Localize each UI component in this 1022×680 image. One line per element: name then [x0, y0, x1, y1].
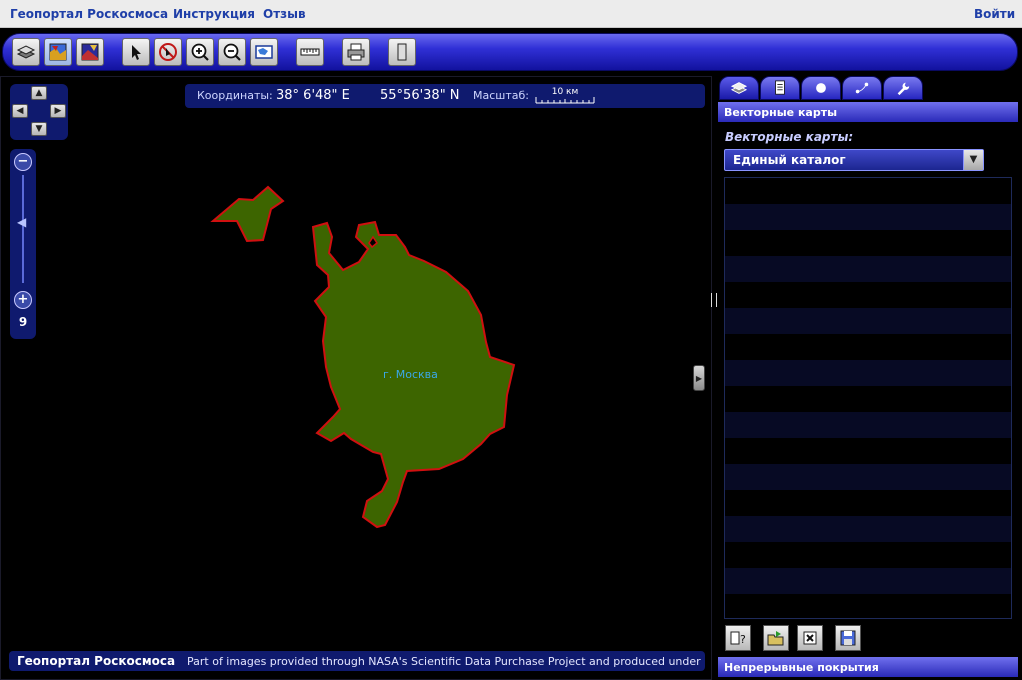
- no-pan-button[interactable]: [154, 38, 182, 66]
- longitude-value: 38° 6'48" E: [276, 88, 350, 103]
- list-row: [725, 256, 1011, 282]
- pan-left-button[interactable]: ◀: [12, 104, 28, 118]
- tab-route[interactable]: [842, 76, 882, 100]
- route-tab-icon: [855, 82, 869, 94]
- zoom-track[interactable]: [22, 175, 24, 283]
- save-layer-button[interactable]: [835, 625, 861, 651]
- scale-bar: 10 км: [534, 87, 596, 105]
- list-row: [725, 516, 1011, 542]
- attribution-credit: Part of images provided through NASA's S…: [187, 655, 705, 668]
- side-panel: Векторные карты Векторные карты: Единый …: [717, 74, 1022, 680]
- scale-ruler-icon: [535, 97, 595, 104]
- layers-button[interactable]: [12, 38, 40, 66]
- pan-down-button[interactable]: ▼: [31, 122, 47, 136]
- zoom-in-button[interactable]: [186, 38, 214, 66]
- map-color-button[interactable]: [44, 38, 72, 66]
- list-row: [725, 204, 1011, 230]
- region-polygon-outlier[interactable]: [210, 185, 285, 243]
- ruler-icon: [300, 48, 320, 56]
- catalog-selected-value: Единый каталог: [733, 153, 846, 167]
- layers-icon: [16, 45, 36, 59]
- print-button[interactable]: [342, 38, 370, 66]
- map-canvas[interactable]: [1, 77, 711, 679]
- zoom-in-slider-button[interactable]: +: [14, 291, 32, 309]
- zoom-thumb-icon[interactable]: ◀: [17, 215, 26, 229]
- panel-toggle-button[interactable]: [388, 38, 416, 66]
- chevron-down-icon[interactable]: ▼: [963, 150, 983, 170]
- zoom-in-icon: [191, 43, 209, 61]
- vector-maps-label: Векторные карты:: [725, 130, 854, 144]
- feature-label: г. Москва: [383, 368, 438, 381]
- pointer-button[interactable]: [122, 38, 150, 66]
- print-icon: [347, 43, 365, 61]
- list-row: [725, 360, 1011, 386]
- panel-toggle-icon: [397, 43, 407, 61]
- tab-document[interactable]: [760, 76, 800, 100]
- pointer-icon: [132, 45, 141, 60]
- help-book-icon: ?: [730, 631, 746, 646]
- login-link[interactable]: Войти: [974, 7, 1015, 21]
- map-viewport[interactable]: г. Москва ▲ ◀ ▶ ▼ − ◀ + 9 Координаты: 38…: [0, 76, 712, 680]
- open-layer-button[interactable]: [763, 625, 789, 651]
- delete-icon: [803, 631, 817, 645]
- main-toolbar: [2, 33, 1018, 71]
- map-image-icon: [81, 43, 99, 61]
- delete-layer-button[interactable]: [797, 625, 823, 651]
- list-row: [725, 464, 1011, 490]
- expand-panel-button[interactable]: ▶: [693, 365, 705, 391]
- feedback-link[interactable]: Отзыв: [263, 7, 306, 21]
- site-link[interactable]: Геопортал Роскосмоса: [10, 7, 168, 21]
- list-row: [725, 412, 1011, 438]
- zoom-out-slider-button[interactable]: −: [14, 153, 32, 171]
- zoom-level: 9: [18, 315, 28, 329]
- document-tab-icon: [775, 80, 785, 95]
- layer-list[interactable]: [724, 177, 1012, 619]
- full-extent-button[interactable]: [250, 38, 278, 66]
- attribution-bar: Геопортал Роскосмоса Part of images prov…: [9, 651, 705, 671]
- help-link[interactable]: Инструкция: [173, 7, 255, 21]
- zoom-out-button[interactable]: [218, 38, 246, 66]
- latitude-value: 55°56'38" N: [380, 88, 460, 103]
- tab-circle[interactable]: [801, 76, 841, 100]
- zoom-control: − ◀ + 9: [10, 149, 36, 339]
- catalog-select[interactable]: Единый каталог ▼: [724, 149, 984, 171]
- svg-text:?: ?: [740, 633, 746, 646]
- layers-tab-icon: [730, 82, 748, 94]
- top-navigation: Геопортал Роскосмоса Инструкция Отзыв Во…: [0, 0, 1022, 28]
- zoom-out-icon: [223, 43, 241, 61]
- attribution-brand: Геопортал Роскосмоса: [17, 654, 176, 668]
- pan-control: ▲ ◀ ▶ ▼: [10, 84, 68, 140]
- coord-label: Координаты:: [197, 89, 273, 102]
- circle-tab-icon: [816, 83, 826, 93]
- wrench-tab-icon: [897, 82, 910, 96]
- no-pan-icon: [159, 43, 177, 61]
- map-image-button[interactable]: [76, 38, 104, 66]
- open-folder-icon: [767, 631, 784, 646]
- tab-layers[interactable]: [719, 76, 759, 100]
- map-color-icon: [49, 43, 67, 61]
- scale-label: Масштаб:: [473, 89, 529, 102]
- continuous-coverage-header[interactable]: Непрерывные покрытия: [718, 657, 1018, 677]
- pan-right-button[interactable]: ▶: [50, 104, 66, 118]
- list-row: [725, 568, 1011, 594]
- panel-header: Векторные карты: [718, 102, 1018, 122]
- tab-settings[interactable]: [883, 76, 923, 100]
- save-icon: [840, 630, 856, 646]
- layer-help-button[interactable]: ?: [725, 625, 751, 651]
- list-row: [725, 308, 1011, 334]
- full-extent-icon: [255, 45, 273, 59]
- coordinate-bar: Координаты: 38° 6'48" E 55°56'38" N Масш…: [185, 84, 705, 108]
- pan-up-button[interactable]: ▲: [31, 86, 47, 100]
- ruler-button[interactable]: [296, 38, 324, 66]
